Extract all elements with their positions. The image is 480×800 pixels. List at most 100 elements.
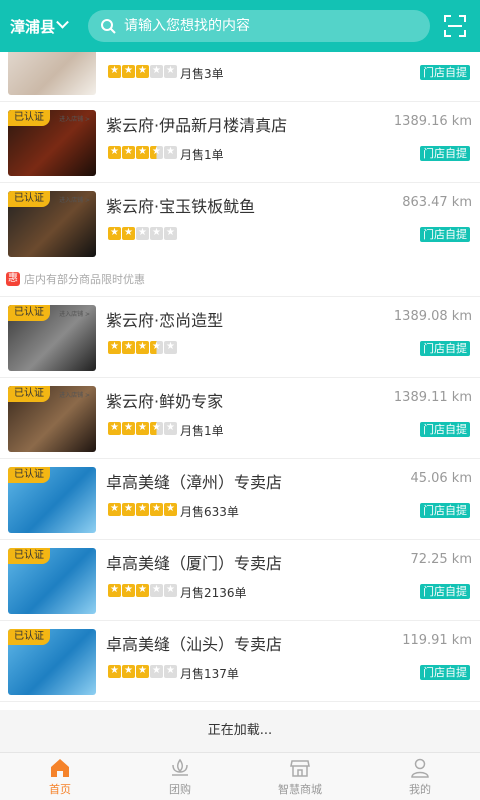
lotus-icon [172,758,188,776]
header-bar: 漳浦县 [0,0,480,52]
store-name[interactable]: 卓高美缝（厦门）专卖店 [106,550,282,574]
star-icon [164,583,177,597]
store-item[interactable]: 已认证 卓高美缝（厦门）专卖店 72.25 km 月售2136单 门店自提 [0,540,480,621]
star-icon [136,421,149,435]
tab-mine[interactable]: 我的 [360,753,480,800]
star-icon [150,340,163,354]
star-icon [108,226,121,240]
star-icon [150,226,163,240]
location-label: 漳浦县 [10,17,56,36]
store-thumbnail[interactable]: 已认证 [8,467,96,533]
rating-stars [108,502,178,516]
store-name[interactable]: 卓高美缝（漳州）专卖店 [106,469,282,493]
location-selector[interactable]: 漳浦县 [10,15,84,37]
store-distance: 1389.11 km [393,390,472,405]
monthly-sales: 月售1单 [180,424,224,438]
discount-icon: 惠 [6,272,20,286]
rating-stars [108,583,178,597]
tab-mine-label: 我的 [409,783,431,796]
enter-store-tag: 进入店铺 > [59,392,90,399]
store-item[interactable]: 已认证 进入店铺 > 紫云府·宝玉铁板鱿鱼 863.47 km 门店自提 惠 店… [0,183,480,297]
store-thumbnail[interactable]: 已认证 [8,629,96,695]
tab-home-label: 首页 [49,783,71,796]
store-thumbnail[interactable]: 已认证 [8,52,96,95]
store-name[interactable]: 紫云府·伊品新月楼清真店 [106,112,287,136]
star-icon [108,421,121,435]
verified-badge: 已认证 [8,629,50,645]
star-icon [136,226,149,240]
store-name[interactable]: 紫云府·鲜奶专家 [106,388,223,412]
star-icon [164,226,177,240]
store-list[interactable]: 已认证 紫云府·云朵舞蹈 1389.11 km 月售3单 门店自提 已认证 进入… [0,52,480,710]
verified-badge: 已认证 [8,191,50,207]
star-icon [122,583,135,597]
star-icon [136,664,149,678]
star-icon [150,64,163,78]
pickup-badge: 门店自提 [420,65,470,80]
rating-stars [108,226,178,240]
store-thumbnail[interactable]: 已认证 进入店铺 > [8,110,96,176]
store-thumbnail[interactable]: 已认证 [8,548,96,614]
store-item[interactable]: 已认证 卓高美缝（漳州）专卖店 45.06 km 月售633单 门店自提 [0,459,480,540]
promo-row: 惠 店内有部分商品限时优惠 [6,271,145,287]
star-icon [150,145,163,159]
verified-badge: 已认证 [8,548,50,564]
tab-mall[interactable]: 智慧商城 [240,753,360,800]
store-item[interactable]: 已认证 进入店铺 > 紫云府·恋尚造型 1389.08 km 门店自提 [0,297,480,378]
chevron-down-icon [56,15,69,29]
store-thumbnail[interactable]: 已认证 进入店铺 > [8,386,96,452]
search-icon [101,19,116,34]
store-name[interactable]: 紫云府·恋尚造型 [106,307,223,331]
star-icon [164,664,177,678]
rating-stars [108,64,178,78]
star-icon [164,340,177,354]
star-icon [136,583,149,597]
star-icon [150,583,163,597]
star-icon [164,421,177,435]
monthly-sales: 月售1单 [180,148,224,162]
enter-store-tag: 进入店铺 > [59,311,90,318]
star-icon [108,502,121,516]
monthly-sales: 月售3单 [180,67,224,81]
store-item[interactable]: 已认证 卓高美缝（汕头）专卖店 119.91 km 月售137单 门店自提 [0,621,480,702]
tab-home[interactable]: 首页 [0,753,120,800]
star-icon [164,145,177,159]
star-icon [108,664,121,678]
pickup-badge: 门店自提 [420,584,470,599]
store-distance: 45.06 km [410,471,472,486]
star-icon [122,664,135,678]
store-name[interactable]: 卓高美缝（汕头）专卖店 [106,631,282,655]
scan-icon[interactable] [444,15,466,37]
star-icon [122,145,135,159]
verified-badge: 已认证 [8,467,50,483]
star-icon [108,64,121,78]
star-icon [108,145,121,159]
search-box[interactable] [88,10,430,42]
tab-bar: 首页 团购 智慧商城 我的 [0,752,480,800]
store-icon [290,760,310,777]
verified-badge: 已认证 [8,386,50,402]
user-icon [411,758,429,778]
rating-stars [108,145,178,159]
enter-store-tag: 进入店铺 > [59,197,90,204]
store-thumbnail[interactable]: 已认证 进入店铺 > [8,305,96,371]
star-icon [122,421,135,435]
pickup-badge: 门店自提 [420,146,470,161]
star-icon [122,226,135,240]
search-input[interactable] [124,18,404,34]
store-item[interactable]: 已认证 进入店铺 > 紫云府·鲜奶专家 1389.11 km 月售1单 门店自提 [0,378,480,459]
tab-group-buy[interactable]: 团购 [120,753,240,800]
store-item[interactable]: 已认证 紫云府·云朵舞蹈 1389.11 km 月售3单 门店自提 [0,52,480,102]
store-thumbnail[interactable]: 已认证 进入店铺 > [8,191,96,257]
store-name[interactable]: 紫云府·云朵舞蹈 [106,52,223,55]
store-distance: 1389.08 km [393,309,472,324]
verified-badge: 已认证 [8,305,50,321]
tab-mall-label: 智慧商城 [278,783,322,796]
store-name[interactable]: 紫云府·宝玉铁板鱿鱼 [106,193,255,217]
rating-stars [108,340,178,354]
store-item[interactable]: 已认证 进入店铺 > 紫云府·伊品新月楼清真店 1389.16 km 月售1单 … [0,102,480,183]
pickup-badge: 门店自提 [420,665,470,680]
star-icon [150,502,163,516]
star-icon [136,340,149,354]
monthly-sales: 月售633单 [180,505,239,519]
